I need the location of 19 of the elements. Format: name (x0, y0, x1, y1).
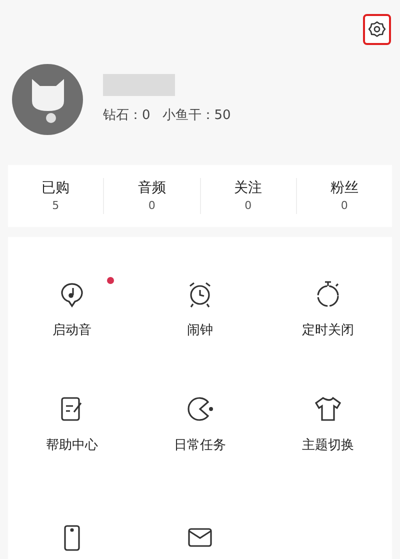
stat-label[interactable]: 关注 (234, 178, 262, 198)
settings-button[interactable] (363, 14, 391, 45)
stat-label[interactable]: 音频 (138, 178, 166, 198)
menu-item[interactable]: 帮助中心 (8, 394, 136, 470)
menu-item[interactable]: 定时关闭 (264, 279, 392, 356)
stat-value[interactable]: 0 (340, 198, 348, 214)
menu-item[interactable]: 启动音 (8, 279, 136, 356)
menu-item[interactable]: 闹钟 (136, 279, 264, 356)
settings-icon (367, 20, 387, 40)
stat-label[interactable]: 已购 (42, 178, 70, 198)
fish-count: 小鱼干：50 (162, 106, 231, 125)
stat-value[interactable]: 0 (148, 198, 156, 214)
menu-item[interactable]: 日常任务 (136, 394, 264, 470)
diamond-count: 钻石：0 (103, 106, 150, 125)
blurred-username (103, 74, 175, 96)
menu-item[interactable]: 主题切换 (264, 394, 392, 470)
stat-value[interactable]: 5 (52, 198, 60, 214)
stat-label[interactable]: 粉丝 (330, 178, 358, 198)
stat-value[interactable]: 0 (244, 198, 252, 214)
